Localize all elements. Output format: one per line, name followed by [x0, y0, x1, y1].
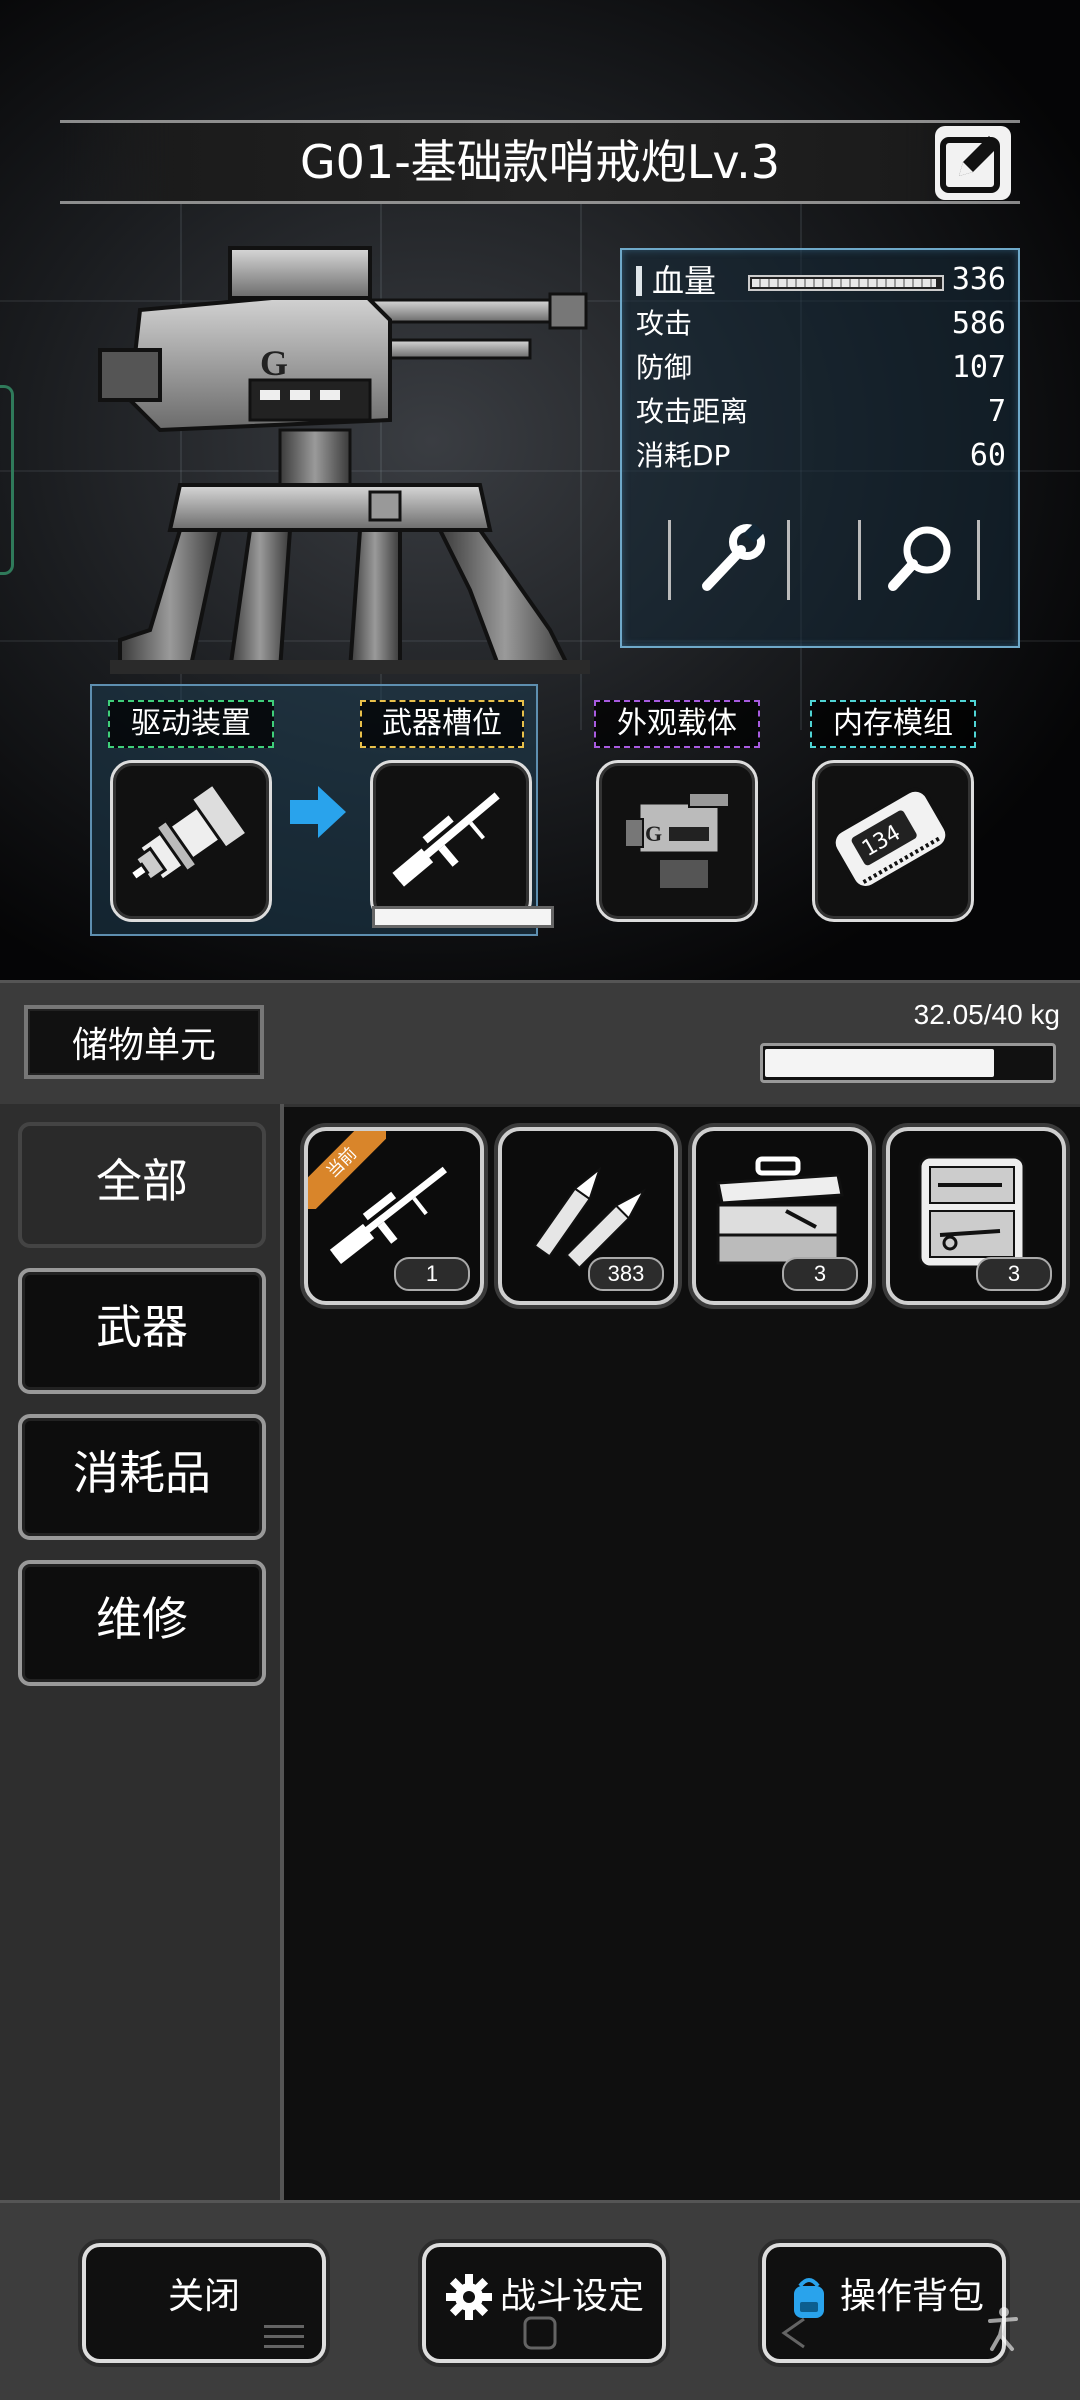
- hp-bar: [748, 275, 944, 291]
- footer-bar: 关闭 战斗设定 操作背包: [0, 2200, 1080, 2400]
- slot-label-memory: 内存模组: [810, 700, 976, 748]
- magnifier-icon: [888, 526, 951, 591]
- unit-showcase: G01-基础款哨戒炮Lv.3 G 血量 336 攻击 586 防御 107 攻击…: [0, 0, 1080, 980]
- gear-icon: [445, 2274, 492, 2320]
- stat-label: 攻击: [636, 307, 693, 340]
- drive-slot[interactable]: [110, 760, 272, 922]
- category-tab-repair[interactable]: 维修: [18, 1560, 266, 1686]
- stat-row-attack: 攻击 586: [636, 302, 1006, 346]
- slot-label-drive: 驱动装置: [108, 700, 274, 748]
- stat-row-range: 攻击距离 7: [636, 390, 1006, 434]
- stat-row-defense: 防御 107: [636, 346, 1006, 390]
- sniper-rifle-icon: [392, 792, 500, 887]
- category-tab-consumables[interactable]: 消耗品: [18, 1414, 266, 1540]
- item-count: 3: [782, 1257, 858, 1291]
- stat-label: 血量: [652, 262, 717, 300]
- hp-marker: [636, 266, 642, 296]
- page-title: G01-基础款哨戒炮Lv.3: [300, 135, 780, 189]
- stat-value: 336: [951, 262, 1006, 297]
- slot-label-appearance: 外观载体: [594, 700, 760, 748]
- weapon-slot[interactable]: [370, 760, 532, 922]
- system-home-icon[interactable]: [522, 2315, 558, 2351]
- weapon-durability-bar: [372, 906, 554, 928]
- svg-text:G: G: [260, 343, 288, 383]
- arrow-right-icon: [290, 786, 346, 838]
- memory-slot[interactable]: 134: [812, 760, 974, 922]
- inspect-button[interactable]: [858, 520, 980, 600]
- stat-value: 60: [969, 438, 1006, 473]
- item-grid: 当前 1 383 3 3: [284, 1104, 1080, 2200]
- stat-label: 防御: [636, 351, 693, 384]
- memory-chip-icon: 134: [831, 787, 950, 890]
- sentry-turret-image: G: [98, 246, 590, 674]
- system-back-icon[interactable]: [776, 2315, 812, 2351]
- appearance-slot[interactable]: G: [596, 760, 758, 922]
- title-bar: G01-基础款哨戒炮Lv.3: [60, 120, 1020, 204]
- item-slot-toolbox[interactable]: 3: [692, 1127, 872, 1305]
- storage-unit-label: 储物单元: [24, 1005, 264, 1079]
- edit-icon: [940, 136, 1000, 193]
- stat-row-dp-cost: 消耗DP 60: [636, 434, 1006, 478]
- upgrade-button[interactable]: [668, 520, 790, 600]
- close-label: 关闭: [167, 2276, 240, 2317]
- storage-header: 储物单元 32.05/40 kg: [0, 980, 1080, 1104]
- turret-shell-icon: G: [624, 792, 730, 890]
- vise-icon: [128, 782, 250, 883]
- category-sidebar: 全部 武器 消耗品 维修: [0, 1104, 284, 2200]
- capacity-bar-fill: [765, 1049, 994, 1077]
- item-count: 383: [588, 1257, 664, 1291]
- stat-label: 攻击距离: [636, 395, 749, 428]
- wrench-icon: [702, 523, 765, 591]
- item-count: 1: [394, 1257, 470, 1291]
- stat-value: 107: [951, 350, 1006, 385]
- svg-text:G: G: [645, 821, 662, 846]
- category-tab-weapons[interactable]: 武器: [18, 1268, 266, 1394]
- side-drawer-handle[interactable]: [0, 385, 14, 575]
- stat-value: 586: [951, 306, 1006, 341]
- hp-bar-fill: [752, 279, 937, 287]
- item-slot-bullets[interactable]: 383: [498, 1127, 678, 1305]
- current-equipped-ribbon: 当前: [308, 1131, 386, 1209]
- stat-row-hp: 血量 336: [636, 258, 1006, 302]
- ribbon-label: 当前: [308, 1131, 386, 1209]
- stats-panel: 血量 336 攻击 586 防御 107 攻击距离 7 消耗DP 60: [620, 248, 1020, 648]
- item-slot-repair-kit[interactable]: 3: [886, 1127, 1066, 1305]
- stat-value: 7: [987, 394, 1006, 429]
- item-count: 3: [976, 1257, 1052, 1291]
- accessibility-icon[interactable]: [982, 2305, 1022, 2353]
- item-slot-sniper-rifle[interactable]: 当前 1: [304, 1127, 484, 1305]
- category-tab-all[interactable]: 全部: [18, 1122, 266, 1248]
- capacity-text: 32.05/40 kg: [913, 999, 1060, 1030]
- stat-label: 消耗DP: [636, 439, 731, 472]
- slot-label-weapon: 武器槽位: [360, 700, 524, 748]
- operate-backpack-label: 操作背包: [839, 2276, 984, 2317]
- edit-button[interactable]: [935, 126, 1011, 200]
- capacity-bar: [760, 1043, 1056, 1083]
- system-menu-icon[interactable]: [264, 2321, 304, 2351]
